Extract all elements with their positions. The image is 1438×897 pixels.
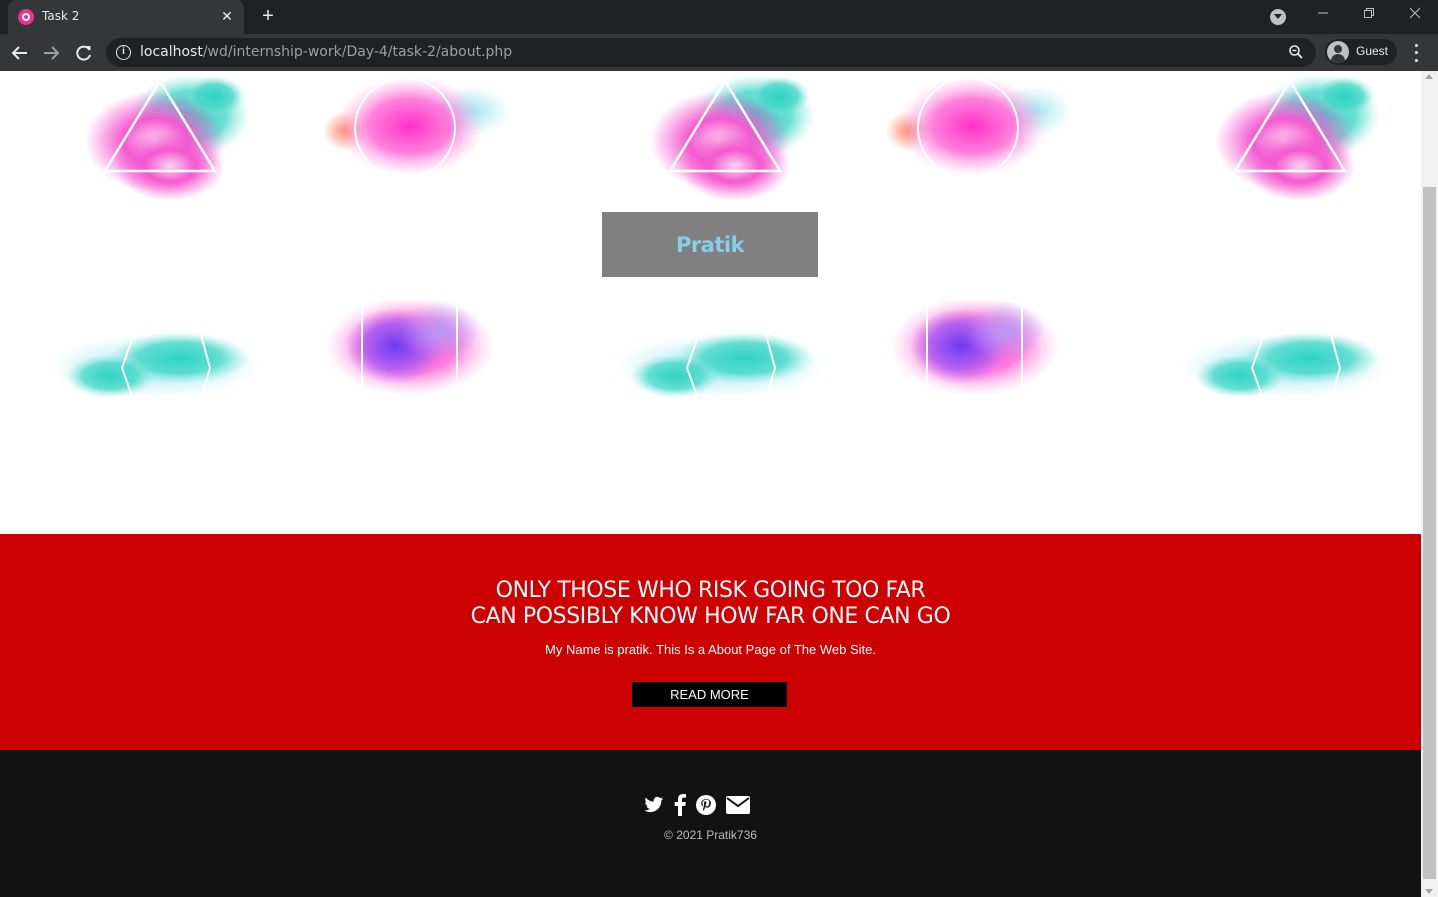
footer: © 2021 Pratik736 (0, 750, 1421, 897)
square-watercolor-image (325, 296, 495, 400)
site-info-icon[interactable]: i (116, 45, 131, 60)
browser-toolbar: i localhost/wd/internship-work/Day-4/tas… (0, 34, 1438, 71)
url-text[interactable]: localhost/wd/internship-work/Day-4/task-… (140, 44, 512, 60)
square-watercolor-image (890, 296, 1060, 400)
hexagon-watercolor-image (1180, 330, 1390, 405)
scroll-up-arrow-icon[interactable] (1425, 74, 1433, 79)
twitter-icon[interactable] (644, 796, 664, 814)
quote-line-1: ONLY THOSE WHO RISK GOING TOO FAR (495, 578, 926, 603)
triangle-watercolor-image (85, 74, 250, 201)
hexagon-watercolor-image (615, 330, 825, 405)
hexagon-watercolor-image (50, 330, 260, 405)
circle-watercolor-image (886, 76, 1073, 179)
read-more-button[interactable]: READ MORE (632, 682, 787, 707)
avatar-icon (1327, 41, 1349, 63)
envelope-icon[interactable] (726, 796, 750, 814)
scrollbar-thumb[interactable] (1423, 187, 1436, 879)
favicon-icon (18, 9, 34, 25)
triangle-watercolor-image (1215, 74, 1380, 201)
browser-menu-button[interactable] (1408, 42, 1424, 64)
minimize-button[interactable] (1300, 0, 1346, 30)
restore-button[interactable] (1346, 0, 1392, 30)
page-viewport: Pratik ONLY THOSE WHO RISK GOING TOO FAR… (0, 71, 1438, 897)
browser-tab[interactable]: Task 2 ✕ (8, 0, 244, 34)
name-banner-text: Pratik (675, 232, 745, 257)
quote-line-2: CAN POSSIBLY KNOW HOW FAR ONE CAN GO (470, 604, 951, 629)
circle-watercolor-image (323, 76, 510, 179)
scroll-down-arrow-icon[interactable] (1425, 889, 1433, 894)
zoom-icon[interactable] (1288, 44, 1304, 65)
back-button[interactable] (7, 40, 33, 66)
address-bar[interactable]: i localhost/wd/internship-work/Day-4/tas… (106, 38, 1316, 67)
facebook-icon[interactable] (674, 794, 686, 816)
tab-close-icon[interactable]: ✕ (218, 7, 236, 25)
tab-strip: Task 2 ✕ + (0, 0, 1438, 34)
social-links (644, 794, 750, 816)
copyright-text: © 2021 Pratik736 (664, 828, 757, 842)
profile-label: Guest (1356, 44, 1389, 58)
tab-title: Task 2 (42, 9, 80, 23)
quote-section: ONLY THOSE WHO RISK GOING TOO FAR CAN PO… (0, 534, 1421, 750)
forward-button[interactable] (38, 40, 64, 66)
profile-button[interactable]: Guest (1325, 39, 1397, 65)
window-close-button[interactable] (1392, 0, 1438, 30)
new-tab-button[interactable]: + (257, 5, 279, 27)
tab-search-button[interactable] (1270, 9, 1286, 25)
page-scrollbar[interactable] (1421, 71, 1438, 897)
about-text: My Name is pratik. This Is a About Page … (545, 642, 876, 657)
pinterest-icon[interactable] (696, 795, 716, 815)
name-banner: Pratik (602, 212, 818, 277)
reload-button[interactable] (71, 40, 97, 66)
